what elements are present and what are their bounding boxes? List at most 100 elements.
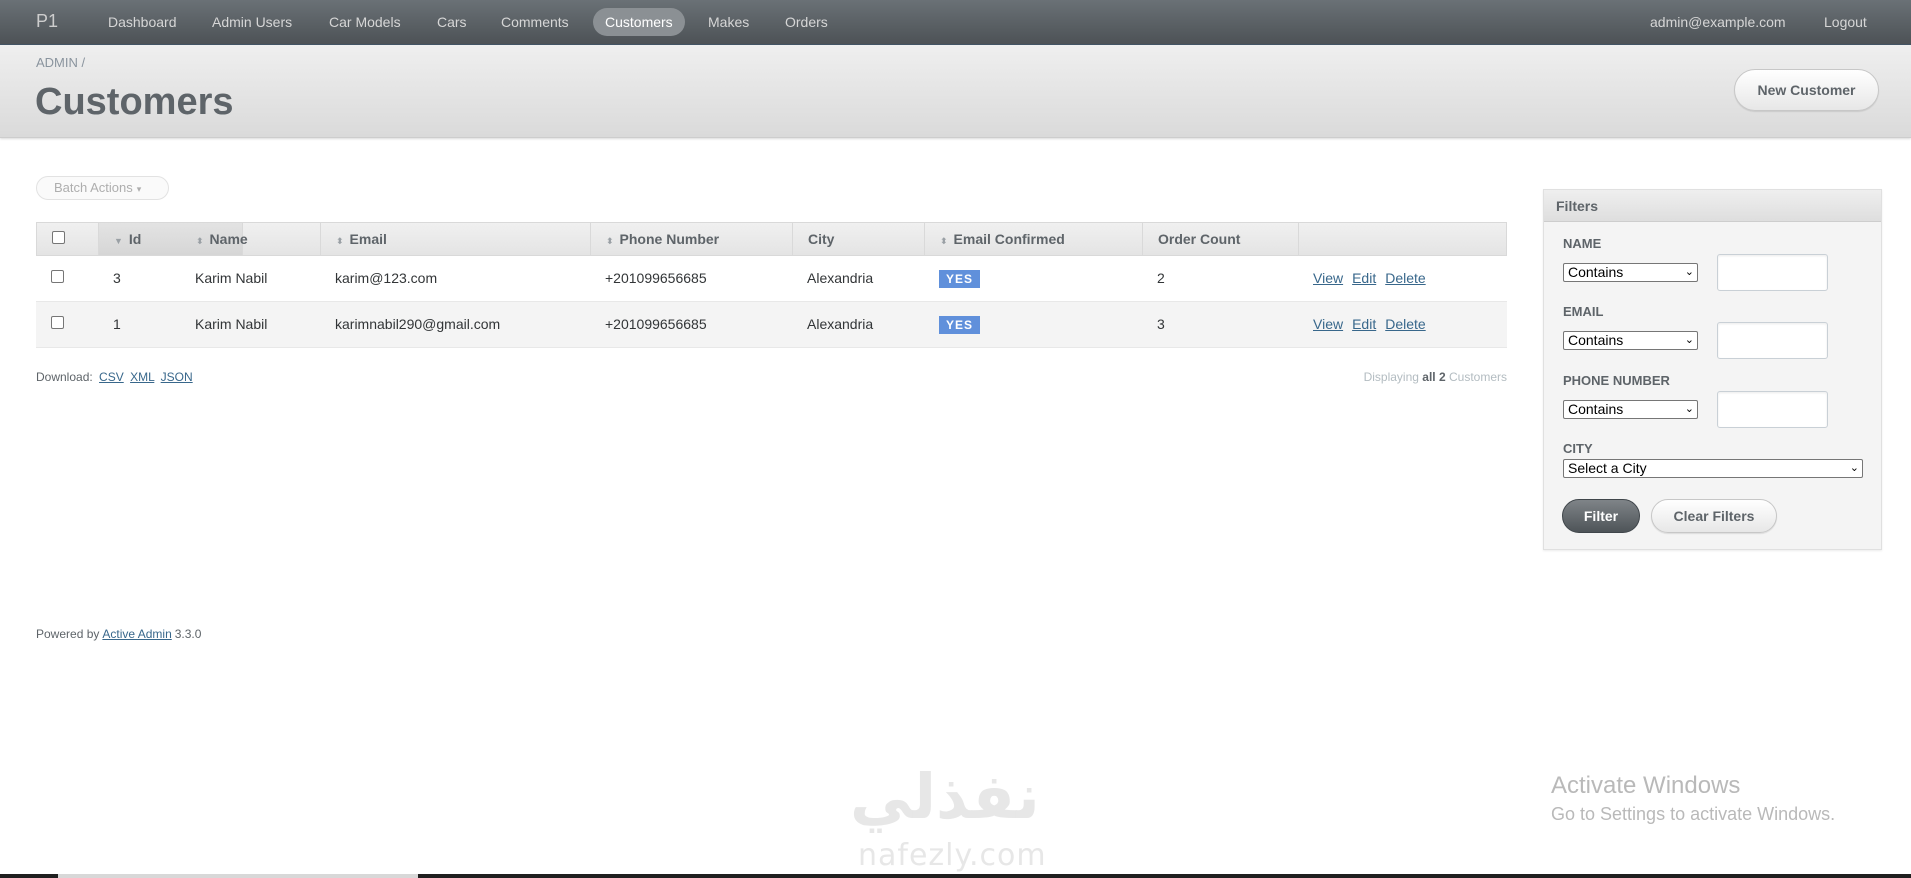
cell-phone: +201099656685 <box>605 316 707 332</box>
cell-city: Alexandria <box>807 270 874 286</box>
column-header-phone-number-label: Phone Number <box>619 231 720 247</box>
cell-email: karimnabil290@gmail.com <box>335 316 501 332</box>
nav-item-orders[interactable]: Orders <box>773 8 840 36</box>
table-header-row: ▼ Id ⬍ Name ⬍ Email ⬍ Phone Number City ⬍ Ema… <box>36 222 1507 256</box>
cell-order-count: 3 <box>1157 316 1165 332</box>
nav-item-car-models[interactable]: Car Models <box>317 8 413 36</box>
column-header-email-confirmed[interactable]: ⬍ Email Confirmed <box>925 223 1143 255</box>
cell-name: Karim Nabil <box>195 316 268 332</box>
delete-link[interactable]: Delete <box>1385 270 1425 286</box>
table-row: 1 Karim Nabil karimnabil290@gmail.com +2… <box>36 302 1507 348</box>
logout-link[interactable]: Logout <box>1812 8 1879 36</box>
download-label: Download: <box>36 370 93 384</box>
cell-email-confirmed: YES <box>924 256 981 301</box>
sort-icon: ⬍ <box>336 236 344 246</box>
windows-activation-title: Activate Windows <box>1551 772 1741 799</box>
filter-city-select[interactable]: Select a City ⌄ <box>1563 459 1863 478</box>
clear-filters-button[interactable]: Clear Filters <box>1651 499 1777 533</box>
column-header-order-count: Order Count <box>1143 223 1299 255</box>
nav-item-cars[interactable]: Cars <box>425 8 479 36</box>
current-user-email[interactable]: admin@example.com <box>1638 8 1798 36</box>
download-xml-link[interactable]: XML <box>130 370 154 384</box>
nav-item-makes[interactable]: Makes <box>696 8 761 36</box>
nav-item-comments[interactable]: Comments <box>489 8 581 36</box>
sort-icon: ⬍ <box>940 236 948 246</box>
nafezly-logo-text: nafezly.com <box>858 838 1047 873</box>
filter-phone-number-label: PHONE NUMBER <box>1563 373 1670 388</box>
customers-table: ▼ Id ⬍ Name ⬍ Email ⬍ Phone Number City ⬍ Ema… <box>36 222 1507 348</box>
nav-item-dashboard[interactable]: Dashboard <box>96 8 189 36</box>
nav-item-customers[interactable]: Customers <box>593 8 685 36</box>
filter-city-label: CITY <box>1563 441 1593 456</box>
pagination-count: all 2 <box>1422 370 1446 384</box>
cell-id: 3 <box>113 270 121 286</box>
sort-desc-icon: ▼ <box>114 236 123 246</box>
pagination-suffix: Customers <box>1448 370 1507 384</box>
table-row: 3 Karim Nabil karim@123.com +20109965668… <box>36 256 1507 302</box>
filters-panel: Filters NAME Contains ⌄ EMAIL Contains ⌄ P… <box>1543 189 1882 550</box>
edit-link[interactable]: Edit <box>1352 316 1376 332</box>
filter-name-operator-value: Contains <box>1568 264 1624 280</box>
column-header-email-label: Email <box>349 231 387 247</box>
cell-email: karim@123.com <box>335 270 438 286</box>
filters-title: Filters <box>1544 190 1881 222</box>
filter-email-label: EMAIL <box>1563 304 1604 319</box>
download-links: Download: CSV XML JSON <box>36 370 193 384</box>
column-header-actions <box>1299 223 1506 255</box>
column-header-name-label: Name <box>209 231 248 247</box>
column-header-id-label: Id <box>128 231 142 247</box>
row-select-checkbox[interactable] <box>51 270 64 283</box>
active-admin-link[interactable]: Active Admin <box>102 627 171 641</box>
pagination-prefix: Displaying <box>1363 370 1419 384</box>
filter-city-value: Select a City <box>1568 460 1647 476</box>
cell-id: 1 <box>113 316 121 332</box>
breadcrumb-admin-link[interactable]: ADMIN <box>36 55 78 70</box>
column-header-phone-number[interactable]: ⬍ Phone Number <box>591 223 793 255</box>
new-customer-button[interactable]: New Customer <box>1734 69 1879 111</box>
download-csv-link[interactable]: CSV <box>99 370 124 384</box>
site-brand[interactable]: P1 <box>36 11 58 32</box>
column-header-email[interactable]: ⬍ Email <box>321 223 591 255</box>
footer-version: 3.3.0 <box>174 627 202 641</box>
chevron-down-icon: ⌄ <box>1684 266 1694 278</box>
chevron-down-icon: ⌄ <box>1684 334 1694 346</box>
windows-activation-subtitle: Go to Settings to activate Windows. <box>1551 804 1836 824</box>
batch-actions-button[interactable]: Batch Actions ▾ <box>36 176 169 200</box>
filter-phone-number-input[interactable] <box>1717 391 1828 428</box>
filter-email-operator-select[interactable]: Contains ⌄ <box>1563 331 1698 350</box>
cell-order-count: 2 <box>1157 270 1165 286</box>
column-header-city-label: City <box>808 231 835 247</box>
sort-icon: ⬍ <box>606 236 614 246</box>
select-all-checkbox[interactable] <box>52 231 65 244</box>
footer-prefix: Powered by <box>36 627 100 641</box>
column-header-email-confirmed-label: Email Confirmed <box>953 231 1065 247</box>
page-title: Customers <box>35 81 234 123</box>
title-bar: ADMIN / Customers New Customer <box>0 45 1911 138</box>
nafezly-logo-arabic: نفذلي <box>850 760 1040 833</box>
column-header-name[interactable]: ⬍ Name <box>181 223 321 255</box>
cell-email-confirmed: YES <box>924 302 981 347</box>
cell-city: Alexandria <box>807 316 874 332</box>
chevron-down-icon: ⌄ <box>1849 462 1859 474</box>
status-badge: YES <box>939 316 981 335</box>
filter-email-input[interactable] <box>1717 322 1828 359</box>
filter-name-operator-select[interactable]: Contains ⌄ <box>1563 263 1698 282</box>
view-link[interactable]: View <box>1313 316 1343 332</box>
view-link[interactable]: View <box>1313 270 1343 286</box>
filter-name-input[interactable] <box>1717 254 1828 291</box>
column-header-order-count-label: Order Count <box>1158 231 1241 247</box>
filter-email-operator-value: Contains <box>1568 332 1624 348</box>
delete-link[interactable]: Delete <box>1385 316 1425 332</box>
edit-link[interactable]: Edit <box>1352 270 1376 286</box>
nav-item-admin-users[interactable]: Admin Users <box>200 8 304 36</box>
batch-actions-label: Batch Actions <box>54 180 133 195</box>
filter-button[interactable]: Filter <box>1562 499 1640 533</box>
chevron-down-icon: ▾ <box>136 184 142 194</box>
filter-name-label: NAME <box>1563 236 1602 251</box>
download-json-link[interactable]: JSON <box>161 370 193 384</box>
filter-phone-number-operator-select[interactable]: Contains ⌄ <box>1563 400 1698 419</box>
row-select-checkbox[interactable] <box>51 316 64 329</box>
breadcrumb-separator: / <box>81 55 86 70</box>
pagination-info: Displaying all 2 Customers <box>1200 370 1507 384</box>
cell-name: Karim Nabil <box>195 270 268 286</box>
